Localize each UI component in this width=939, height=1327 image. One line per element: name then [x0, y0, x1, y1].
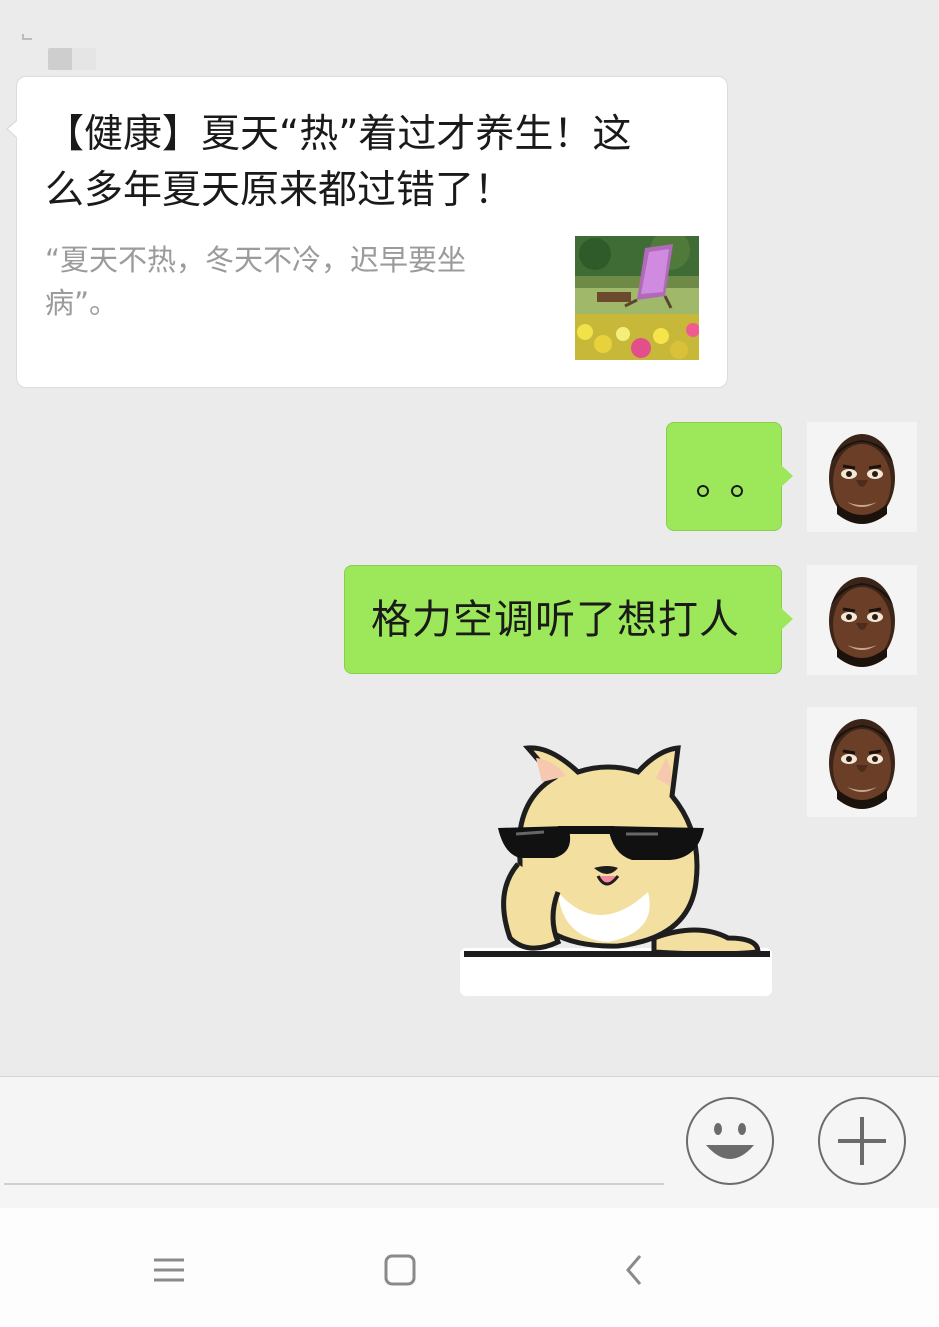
- man-face-avatar[interactable]: [807, 707, 917, 817]
- dot-glyph: [697, 485, 709, 497]
- dots-text: [697, 485, 753, 499]
- smiley-icon[interactable]: [686, 1097, 774, 1185]
- thumbnail-graphic: [575, 236, 699, 360]
- article-description: “夏天不热，冬天不冷，迟早要坐 病”。: [45, 239, 535, 325]
- back-chevron-icon[interactable]: [616, 1250, 656, 1290]
- plus-icon[interactable]: [818, 1097, 906, 1185]
- message-bubble-dots[interactable]: [666, 422, 793, 531]
- sender-name-blur: [48, 48, 96, 70]
- message-input[interactable]: [4, 1183, 664, 1185]
- garden-lounge-chair-photo: [575, 236, 699, 360]
- article-desc-line-1: “夏天不热，冬天不冷，迟早要坐: [45, 243, 467, 277]
- chat-area[interactable]: 【健康】夏天“热”着过才养生！这 么多年夏天原来都过错了！ “夏天不热，冬天不冷…: [0, 0, 939, 1076]
- article-share-card[interactable]: 【健康】夏天“热”着过才养生！这 么多年夏天原来都过错了！ “夏天不热，冬天不冷…: [6, 76, 728, 388]
- message-text: 格力空调听了想打人: [371, 597, 740, 643]
- dot-glyph: [731, 485, 743, 497]
- home-square-icon[interactable]: [380, 1250, 420, 1290]
- article-title: 【健康】夏天“热”着过才养生！这 么多年夏天原来都过错了！: [45, 107, 695, 219]
- menu-icon[interactable]: [150, 1250, 190, 1290]
- shiba-dog-sunglasses-sticker[interactable]: [458, 742, 776, 998]
- article-desc-line-2: 病”。: [45, 286, 119, 320]
- message-bubble-text[interactable]: 格力空调听了想打人: [344, 565, 793, 674]
- man-face-avatar[interactable]: [807, 422, 917, 532]
- sender-tick-mark: [22, 34, 32, 40]
- input-bar: [0, 1076, 939, 1208]
- man-face-avatar[interactable]: [807, 565, 917, 675]
- system-nav-bar: [0, 1208, 939, 1327]
- article-title-line-2: 么多年夏天原来都过错了！: [45, 168, 514, 213]
- article-title-line-1: 【健康】夏天“热”着过才养生！这: [45, 112, 632, 157]
